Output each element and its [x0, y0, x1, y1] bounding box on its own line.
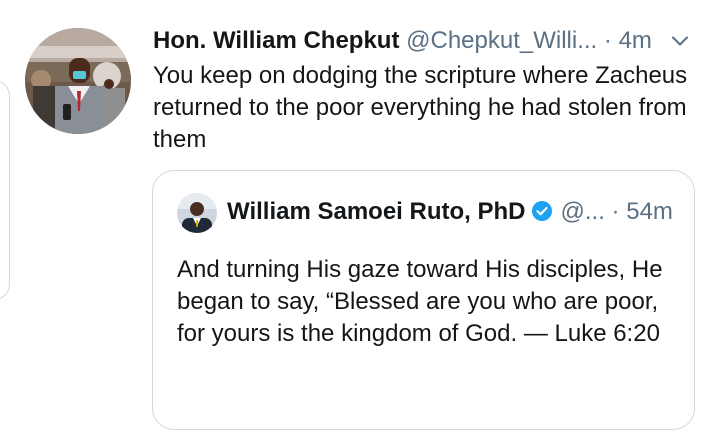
quoted-author-avatar — [177, 193, 217, 233]
quoted-tweet-text: And turning His gaze toward His disciple… — [177, 256, 663, 347]
verified-badge-icon — [531, 199, 553, 221]
quoted-author-handle[interactable]: @... — [561, 198, 605, 225]
adjacent-card-edge — [0, 80, 10, 300]
chevron-down-icon[interactable] — [670, 31, 690, 51]
author-name[interactable]: Hon. William Chepkut — [153, 27, 399, 54]
quoted-author-name[interactable]: William Samoei Ruto, PhD — [227, 198, 526, 225]
author-handle[interactable]: @Chepkut_Willi... — [406, 27, 597, 54]
quoted-tweet-header: William Samoei Ruto, PhD @... · 54m — [227, 196, 677, 228]
tweet-header: Hon. William Chepkut @Chepkut_Willi... ·… — [153, 26, 698, 56]
quoted-tweet-timestamp[interactable]: 54m — [626, 198, 673, 225]
separator-dot: · — [603, 27, 612, 54]
tweet-timestamp[interactable]: 4m — [619, 27, 652, 54]
author-avatar[interactable] — [25, 28, 131, 134]
tweet-text: You keep on dodging the scripture where … — [153, 62, 688, 153]
separator-dot: · — [611, 198, 620, 225]
quoted-tweet-card[interactable]: William Samoei Ruto, PhD @... · 54m And t… — [152, 170, 695, 430]
